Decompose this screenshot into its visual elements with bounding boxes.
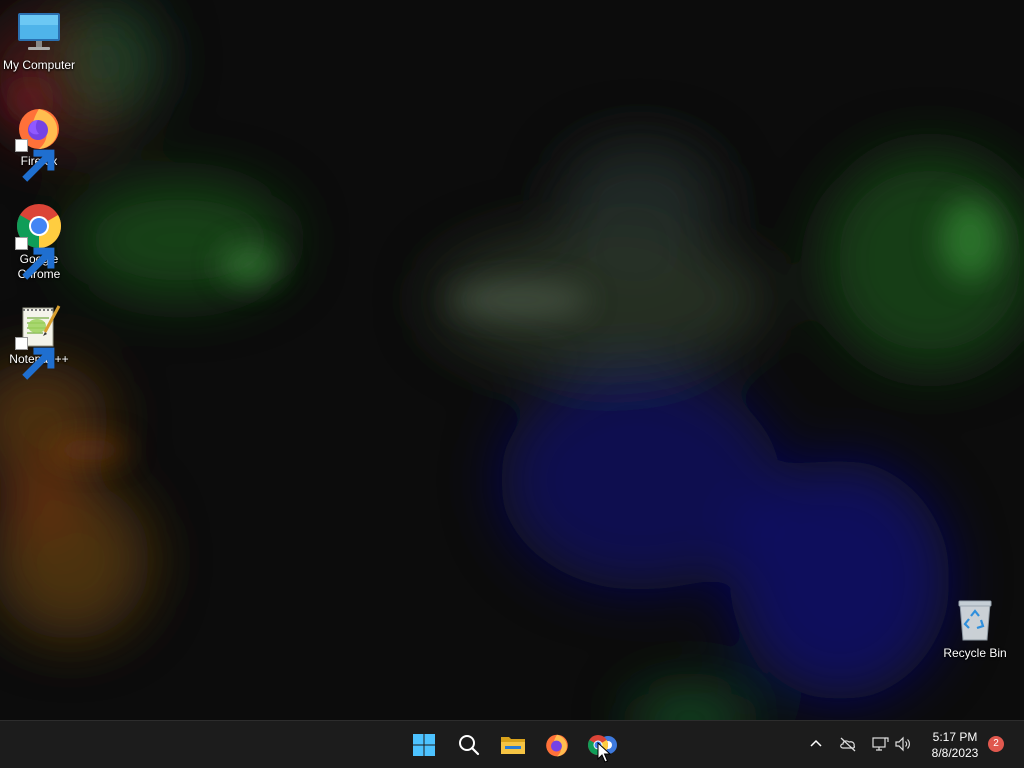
network-icon (872, 737, 889, 751)
file-explorer-icon (501, 737, 525, 754)
shortcut-arrow-icon (15, 237, 55, 280)
windows-start-icon (413, 734, 435, 756)
file-explorer-button[interactable] (495, 727, 531, 763)
chevron-up-icon (810, 739, 822, 747)
clock-time: 5:17 PM (932, 730, 978, 744)
mouse-cursor-icon (597, 742, 611, 763)
desktop-icon-label: My Computer (2, 58, 76, 72)
speaker-icon (895, 736, 910, 752)
recycle-bin-icon (951, 596, 999, 644)
firefox-icon (15, 104, 63, 182)
shortcut-arrow-icon (15, 337, 55, 380)
taskbar: 5:17 PM 8/8/2023 (0, 720, 1024, 768)
volume-button[interactable] (892, 733, 914, 755)
onedrive-status-button[interactable] (837, 733, 859, 755)
search-icon (459, 735, 480, 756)
firefox-taskbar-button[interactable] (539, 727, 575, 763)
monitor-icon (15, 8, 63, 56)
clock-date: 8/8/2023 (931, 746, 979, 760)
notification-badge[interactable]: 2 (988, 736, 1004, 752)
start-button[interactable] (406, 727, 442, 763)
clock[interactable]: 5:17 PM 8/8/2023 (920, 729, 990, 761)
show-hidden-icons-button[interactable] (805, 733, 827, 755)
desktop-icon-firefox[interactable]: Firefox (0, 104, 78, 182)
shortcut-arrow-icon (15, 139, 55, 182)
firefox-icon (546, 734, 568, 757)
desktop-icon-google-chrome[interactable]: Google Chrome (0, 202, 78, 282)
desktop-icon-notepadpp[interactable]: Notepad++ (0, 302, 78, 380)
wallpaper (0, 0, 1024, 720)
desktop-icon-my-computer[interactable]: My Computer (0, 8, 78, 73)
desktop-icon-label: Recycle Bin (943, 646, 1007, 660)
desktop[interactable]: My Computer Firefox Google Chrome Notepa… (0, 0, 1024, 720)
desktop-icon-recycle-bin[interactable]: Recycle Bin (936, 596, 1014, 661)
network-button[interactable] (869, 733, 891, 755)
chrome-icon (15, 202, 63, 280)
cloud-off-icon (840, 737, 856, 752)
notepadpp-icon (15, 302, 63, 380)
search-button[interactable] (451, 727, 487, 763)
